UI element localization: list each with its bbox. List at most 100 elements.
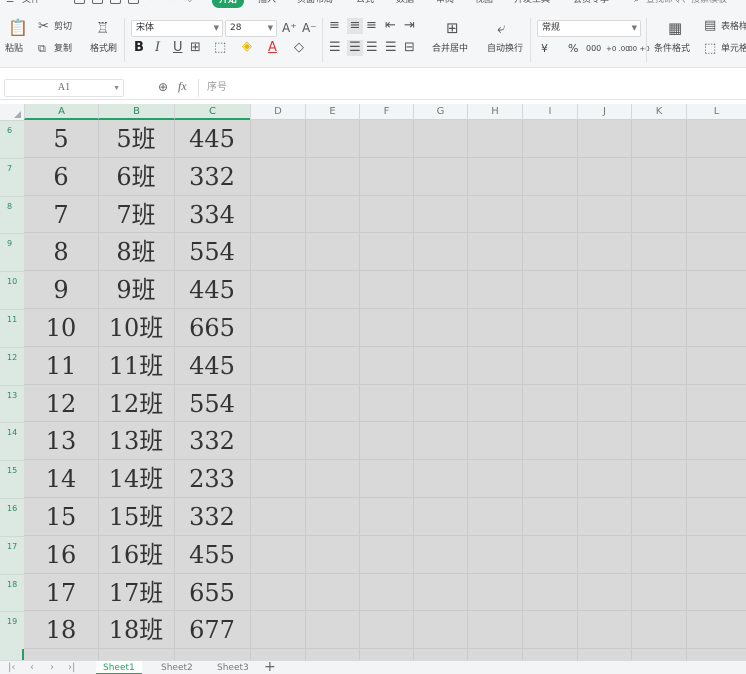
tab-developer[interactable]: 开发工具	[514, 0, 550, 8]
cell-c[interactable]: 233	[174, 460, 250, 498]
currency-button[interactable]: ¥	[541, 42, 548, 56]
row-header[interactable]: 11	[0, 309, 24, 347]
thousands-button[interactable]: 000	[586, 42, 601, 56]
cell-a[interactable]: 16	[24, 536, 98, 574]
cell-a[interactable]: 11	[24, 347, 98, 385]
cell-a[interactable]: 14	[24, 460, 98, 498]
column-header-i[interactable]: I	[522, 104, 577, 120]
cell-a[interactable]: 18	[24, 611, 98, 649]
tab-data[interactable]: 数据	[396, 0, 414, 8]
font-color-icon[interactable]: A	[268, 40, 277, 56]
search-icon[interactable]: ⌕	[634, 0, 639, 8]
cell-b[interactable]: 9班	[98, 271, 174, 309]
column-header-c[interactable]: C	[174, 104, 250, 120]
cell-c[interactable]: 677	[174, 611, 250, 649]
font-size-select[interactable]: 28 ▼	[225, 20, 277, 37]
cell-b[interactable]: 17班	[98, 574, 174, 612]
cell-a[interactable]: 5	[24, 120, 98, 158]
print-icon[interactable]	[110, 0, 121, 4]
cell-a[interactable]: 9	[24, 271, 98, 309]
sheet-tab-sheet1[interactable]: Sheet1	[96, 661, 142, 674]
row-header[interactable]: 17	[0, 535, 24, 574]
tab-review[interactable]: 审阅	[436, 0, 454, 8]
cell-a[interactable]: 8	[24, 233, 98, 271]
cell-b[interactable]: 10班	[98, 309, 174, 347]
column-header-k[interactable]: K	[631, 104, 686, 120]
format-painter-icon[interactable]: ♖	[96, 20, 109, 36]
border-icon[interactable]: ⊞	[190, 40, 201, 56]
italic-button[interactable]: I	[155, 40, 160, 56]
cell-a[interactable]: 13	[24, 422, 98, 460]
row-header[interactable]: 8	[0, 195, 24, 234]
cell-b[interactable]: 8班	[98, 233, 174, 271]
cell-c[interactable]: 445	[174, 271, 250, 309]
cell-b[interactable]: 15班	[98, 498, 174, 536]
paste-icon[interactable]: 📋	[8, 20, 28, 36]
copy-icon[interactable]: ⧉	[38, 41, 46, 57]
cell-c[interactable]: 445	[174, 120, 250, 158]
cell-b[interactable]: 14班	[98, 460, 174, 498]
bold-button[interactable]: B	[134, 40, 144, 56]
sheet-tab-sheet2[interactable]: Sheet2	[154, 661, 200, 674]
row-header[interactable]: 6	[0, 120, 24, 158]
cell-a[interactable]: 12	[24, 385, 98, 423]
cell-c[interactable]: 332	[174, 422, 250, 460]
cell-a[interactable]: 15	[24, 498, 98, 536]
tab-view[interactable]: 视图	[475, 0, 493, 8]
wrap-text-icon[interactable]: ⤶	[497, 20, 505, 36]
scissors-icon[interactable]: ✂	[38, 19, 49, 35]
cell-c[interactable]: 665	[174, 309, 250, 347]
cell-c[interactable]: 455	[174, 536, 250, 574]
zoom-icon[interactable]: ⊕	[158, 80, 168, 94]
font-name-select[interactable]: 宋体 ▼	[131, 20, 223, 37]
indent-increase-icon[interactable]: ⇥	[404, 18, 415, 34]
cell-c[interactable]: 332	[174, 498, 250, 536]
percent-button[interactable]: %	[568, 42, 578, 56]
cell-a[interactable]: 17	[24, 574, 98, 612]
merge-icon[interactable]: ⊞	[446, 20, 459, 36]
command-search[interactable]: 查找命令、搜索模板	[646, 0, 727, 8]
paste-button[interactable]: 粘贴	[5, 42, 23, 56]
chevron-down-icon[interactable]: ⌄	[186, 0, 194, 8]
cell-b[interactable]: 13班	[98, 422, 174, 460]
fx-icon[interactable]: fx	[178, 79, 187, 94]
cut-button[interactable]: 剪切	[54, 20, 72, 34]
first-sheet-icon[interactable]: |‹	[8, 661, 15, 674]
column-header-j[interactable]: J	[577, 104, 631, 120]
column-header-l[interactable]: L	[686, 104, 746, 120]
cell-b[interactable]: 6班	[98, 158, 174, 196]
select-all-corner[interactable]	[0, 104, 24, 120]
fill-shape-icon[interactable]: ⬚	[214, 40, 226, 56]
conditional-format-icon[interactable]: ▦	[668, 20, 682, 36]
align-middle-icon[interactable]: ≡	[347, 18, 363, 34]
table-style-button[interactable]: 表格样式	[721, 20, 746, 34]
underline-button[interactable]: U	[173, 40, 183, 56]
tab-insert[interactable]: 插入	[258, 0, 276, 8]
tab-member[interactable]: 会员专享	[573, 0, 609, 8]
decrease-font-icon[interactable]: A⁻	[302, 20, 317, 36]
row-header[interactable]: 13	[0, 384, 24, 423]
align-center-icon[interactable]: ☰	[347, 40, 363, 56]
cell-c[interactable]: 655	[174, 574, 250, 612]
column-header-b[interactable]: B	[98, 104, 174, 120]
cell-style-button[interactable]: 单元格	[721, 42, 746, 56]
align-right-icon[interactable]: ☰	[366, 40, 378, 56]
cell-style-icon[interactable]: ⬚	[704, 41, 716, 57]
row-header[interactable]: 7	[0, 157, 24, 196]
format-painter-button[interactable]: 格式刷	[90, 42, 117, 56]
tab-formulas[interactable]: 公式	[356, 0, 374, 8]
cell-a[interactable]: 6	[24, 158, 98, 196]
formula-input[interactable]: 序号	[198, 79, 738, 97]
row-header[interactable]: 16	[0, 498, 24, 536]
cell-c[interactable]: 554	[174, 385, 250, 423]
wrap-text-button[interactable]: 自动换行	[487, 42, 523, 56]
spreadsheet-grid[interactable]: ⇕ ABCDEFGHIJKL655班445766班332877班334988班5…	[0, 104, 746, 660]
cell-a[interactable]: 10	[24, 309, 98, 347]
menu-icon[interactable]: ☰	[6, 0, 14, 8]
cell-b[interactable]: 12班	[98, 385, 174, 423]
sheet-tab-sheet3[interactable]: Sheet3	[210, 661, 256, 674]
menu-file[interactable]: 文件	[22, 0, 40, 8]
merge-center-button[interactable]: 合并居中	[432, 42, 468, 56]
add-sheet-icon[interactable]: +	[264, 659, 276, 674]
copy-button[interactable]: 复制	[54, 42, 72, 56]
